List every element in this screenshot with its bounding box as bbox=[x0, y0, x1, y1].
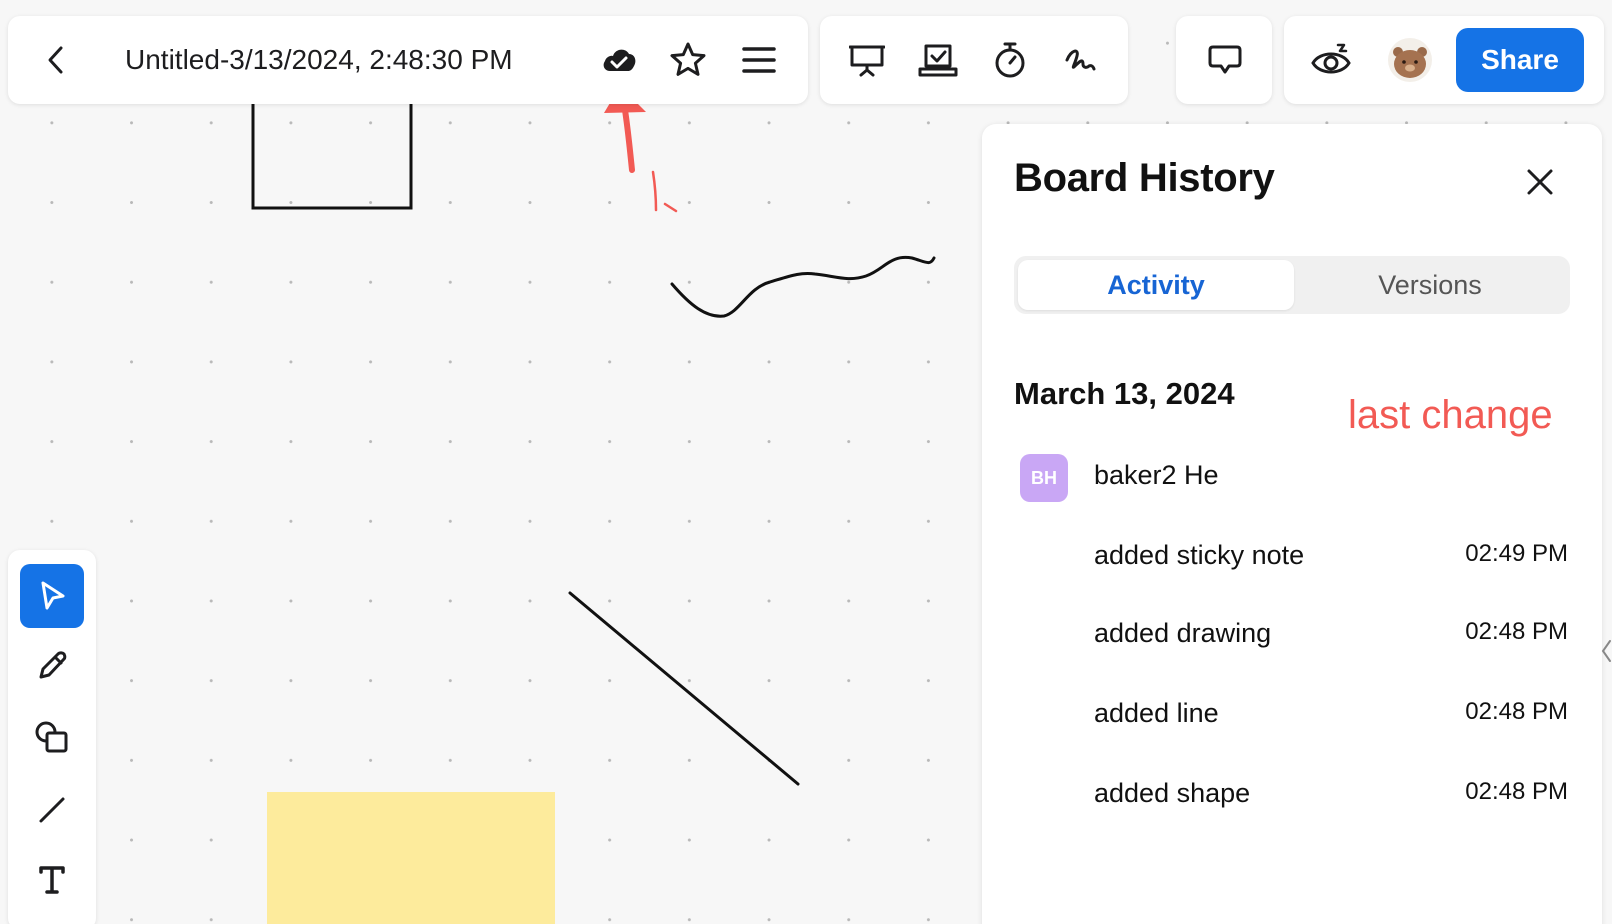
eye-icon[interactable] bbox=[1310, 40, 1352, 80]
activity-action: added line bbox=[1094, 698, 1219, 728]
annotation-label: last change bbox=[1348, 393, 1553, 437]
share-button[interactable]: Share bbox=[1456, 28, 1584, 92]
chevron-left-icon[interactable] bbox=[38, 42, 74, 78]
voting-icon[interactable] bbox=[918, 42, 958, 78]
sticky-note[interactable] bbox=[267, 792, 555, 924]
board-history-panel: Board History Activity Versions March 13… bbox=[982, 124, 1602, 924]
annotation-number-1 bbox=[651, 170, 678, 213]
text-icon bbox=[39, 866, 65, 894]
activity-action: added shape bbox=[1094, 778, 1251, 808]
avatar[interactable] bbox=[1388, 38, 1432, 87]
activity-action: added drawing bbox=[1094, 618, 1272, 648]
line-icon bbox=[39, 797, 65, 823]
activity-time: 02:49 PM bbox=[1465, 540, 1568, 567]
panel-title: Board History bbox=[1014, 156, 1275, 200]
menu-icon[interactable] bbox=[740, 42, 778, 78]
history-tabs: Activity Versions bbox=[1014, 256, 1570, 314]
canvas-freehand-drawing[interactable] bbox=[670, 255, 936, 318]
chevron-left-icon[interactable] bbox=[1600, 638, 1612, 669]
annotation-arrow-1 bbox=[622, 107, 635, 173]
shape-tool[interactable] bbox=[20, 706, 84, 770]
user-avatar: BH bbox=[1020, 454, 1068, 502]
pencil-icon bbox=[39, 651, 67, 679]
comment-icon[interactable] bbox=[1206, 42, 1244, 78]
drawing-toolbar bbox=[8, 550, 96, 924]
date-heading: March 13, 2024 bbox=[1014, 376, 1235, 411]
activity-row[interactable]: added drawing 02:48 PM bbox=[1094, 618, 1568, 658]
signature-icon[interactable] bbox=[1062, 42, 1098, 78]
close-icon[interactable] bbox=[1520, 162, 1560, 202]
tab-versions[interactable]: Versions bbox=[1294, 260, 1566, 310]
line-tool[interactable] bbox=[20, 778, 84, 842]
activity-time: 02:48 PM bbox=[1465, 618, 1568, 645]
star-icon[interactable] bbox=[668, 40, 708, 80]
canvas-line[interactable] bbox=[568, 591, 800, 786]
activity-row[interactable]: added sticky note 02:49 PM bbox=[1094, 540, 1568, 580]
cursor-icon bbox=[41, 581, 65, 610]
activity-time: 02:48 PM bbox=[1465, 698, 1568, 725]
canvas-rectangle-shape[interactable] bbox=[251, 88, 413, 210]
shapes-icon bbox=[35, 721, 68, 753]
activity-row[interactable]: added line 02:48 PM bbox=[1094, 698, 1568, 738]
user-name: baker2 He bbox=[1094, 460, 1219, 490]
activity-time: 02:48 PM bbox=[1465, 778, 1568, 805]
cloud-check-icon[interactable] bbox=[600, 44, 638, 76]
board-title[interactable]: Untitled-3/13/2024, 2:48:30 PM bbox=[125, 44, 513, 76]
tab-activity[interactable]: Activity bbox=[1018, 260, 1294, 310]
activity-row[interactable]: added shape 02:48 PM bbox=[1094, 778, 1568, 818]
activity-action: added sticky note bbox=[1094, 540, 1305, 570]
timer-icon[interactable] bbox=[992, 40, 1028, 80]
pen-tool[interactable] bbox=[20, 634, 84, 698]
text-tool[interactable] bbox=[20, 848, 84, 912]
presentation-icon[interactable] bbox=[848, 42, 886, 78]
select-tool[interactable] bbox=[20, 564, 84, 628]
